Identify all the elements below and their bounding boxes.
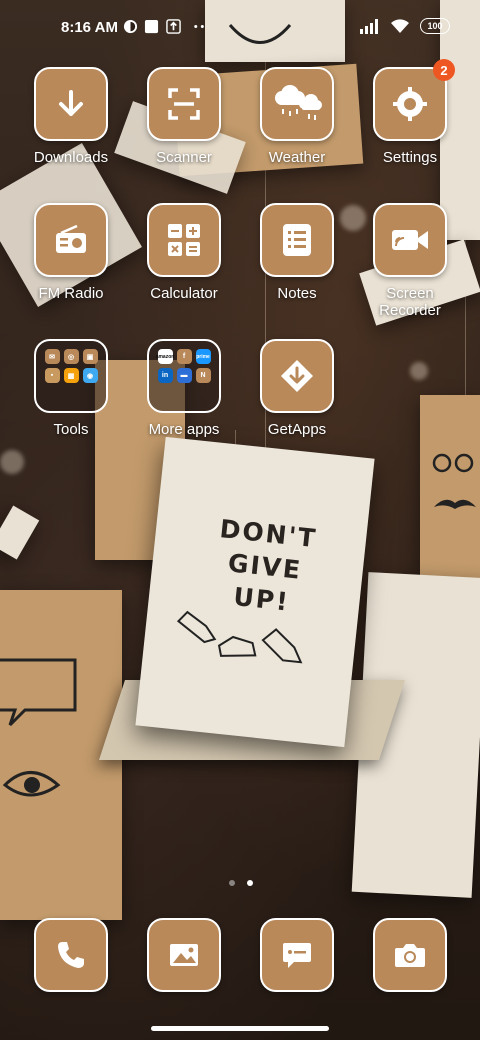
notification-badge: 2 [433,59,455,81]
scan-frame-icon[interactable] [147,67,221,141]
dock-gallery[interactable] [147,918,221,992]
dock-camera[interactable] [373,918,447,992]
notes-list-icon[interactable] [260,203,334,277]
app-icon-blue: ▬ [176,368,192,383]
browser-icon: ◉ [82,368,98,383]
wallpaper-card-text: DON'T GIVE UP! [218,514,319,617]
image-icon[interactable] [147,918,221,992]
dock-phone[interactable] [34,918,108,992]
page-indicator [229,880,253,886]
status-bar: 8:16 AM 100 [0,0,480,56]
page-dot-active[interactable] [247,880,253,886]
app-scanner[interactable]: Scanner [128,67,240,166]
whatsapp-icon: ◎ [63,349,79,364]
app-label: More apps [148,421,220,438]
app-downloads[interactable]: Downloads [15,67,127,166]
app-screen-recorder[interactable]: Screen Recorder [354,203,466,319]
app-fm-radio[interactable]: FM Radio [15,203,127,302]
app-settings[interactable]: 2 Settings [354,59,466,166]
n-app-icon: N [195,368,211,383]
gear-icon[interactable]: 2 [373,59,455,141]
radio-icon[interactable] [34,203,108,277]
dock-messages[interactable] [260,918,334,992]
app-label: GetApps [267,421,327,438]
linkedin-icon: in [157,368,173,383]
files-icon: ▣ [82,349,98,364]
app-notes[interactable]: Notes [241,203,353,302]
phone-icon[interactable] [34,918,108,992]
upload-icon [166,19,181,34]
app-label: Notes [277,285,317,302]
app-label: Calculator [150,285,218,302]
page-dot[interactable] [229,880,235,886]
more-dots-icon [194,25,204,28]
mail-icon: ✉ [44,349,60,364]
app-getapps[interactable]: GetApps [241,339,353,438]
clock: 8:16 AM [61,19,118,36]
facebook-icon: f [176,349,192,364]
app-label: Settings [382,149,438,166]
wifi-icon [391,18,409,33]
cloud-rain-icon[interactable] [260,67,334,141]
app-label: Weather [268,149,326,166]
vpn-icon [123,19,138,34]
square-notification-icon [144,19,159,34]
app-label: Scanner [156,149,212,166]
home-gesture-bar[interactable] [151,1026,329,1031]
diamond-download-icon[interactable] [260,339,334,413]
battery-icon: 100 [420,18,450,34]
folder-icon[interactable]: ✉ ◎ ▣ ▪ ▦ ◉ [34,339,108,413]
app-label: Screen Recorder [379,285,441,319]
message-icon[interactable] [260,918,334,992]
video-camera-icon[interactable] [373,203,447,277]
folder-more-apps[interactable]: amazon f prime in ▬ N More apps [128,339,240,438]
download-arrow-icon[interactable] [34,67,108,141]
grid-icon: ▦ [63,368,79,383]
app-label: FM Radio [38,285,104,302]
app-label: Tools [53,421,89,438]
amazon-icon: amazon [156,349,174,364]
prime-video-icon: prime [195,349,211,364]
camera-icon[interactable] [373,918,447,992]
explorer-icon: ▪ [44,368,60,383]
battery-level: 100 [427,21,443,31]
folder-tools[interactable]: ✉ ◎ ▣ ▪ ▦ ◉ Tools [15,339,127,438]
app-weather[interactable]: Weather [241,67,353,166]
folder-icon[interactable]: amazon f prime in ▬ N [147,339,221,413]
app-calculator[interactable]: Calculator [128,203,240,302]
calculator-icon[interactable] [147,203,221,277]
app-label: Downloads [33,149,109,166]
signal-icon [360,18,378,34]
